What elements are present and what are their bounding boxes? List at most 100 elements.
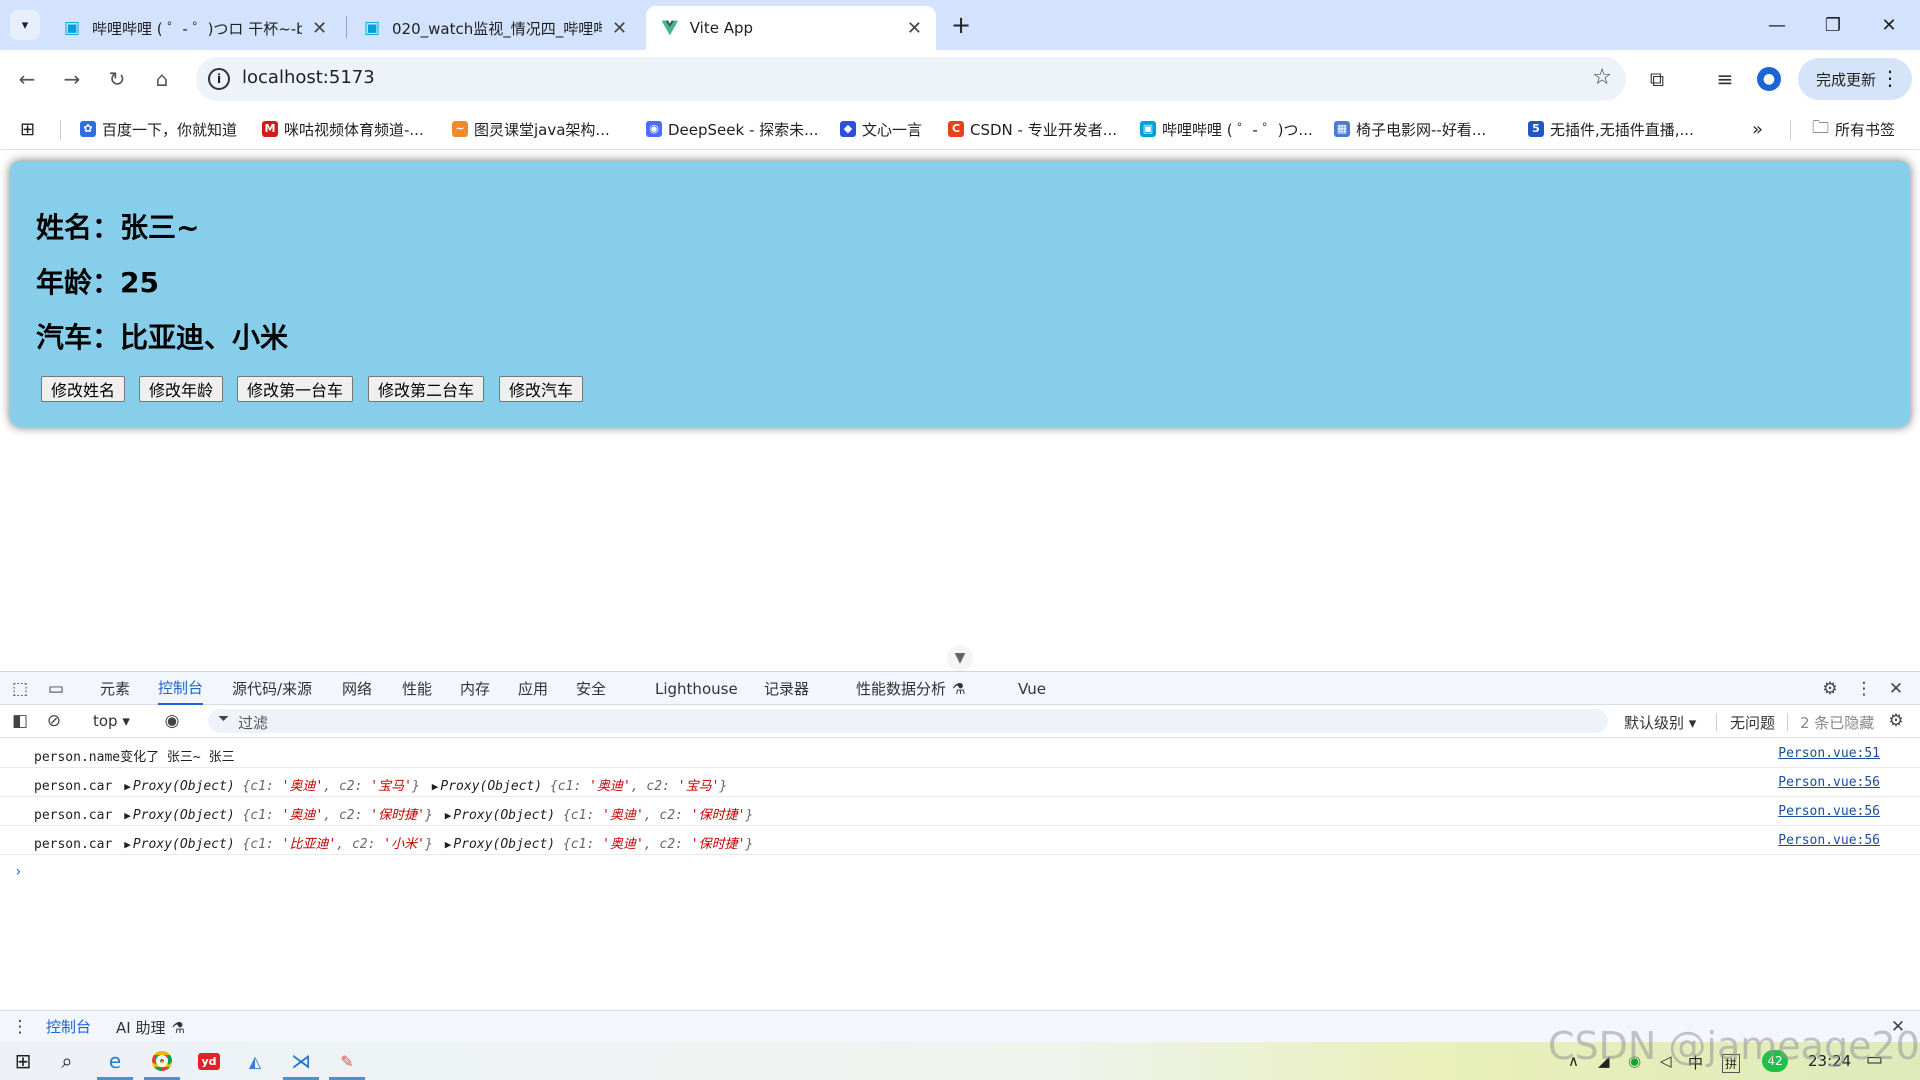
- edge-icon[interactable]: e: [100, 1047, 130, 1075]
- sidebar-toggle-icon[interactable]: ◧: [8, 709, 32, 733]
- more-vert-icon[interactable]: ⋮: [8, 1015, 32, 1039]
- bookmark-item[interactable]: ▦ 椅子电影网--好看...: [1334, 116, 1486, 142]
- youdao-icon[interactable]: yd: [194, 1047, 224, 1075]
- restore-button[interactable]: ❐: [1808, 8, 1858, 42]
- apps-button[interactable]: ⊞: [20, 116, 35, 142]
- log-level-selector[interactable]: 默认级别 ▾: [1624, 712, 1696, 733]
- back-button[interactable]: ←: [10, 62, 44, 96]
- bookmark-item[interactable]: ~ 图灵课堂java架构...: [452, 116, 610, 142]
- filter-input[interactable]: ⏷ 过滤: [208, 709, 1608, 733]
- gear-icon[interactable]: ⚙: [1884, 709, 1908, 733]
- bookmark-item[interactable]: ✿ 百度一下，你就知道: [80, 116, 237, 142]
- expand-triangle-icon[interactable]: ▶: [432, 780, 439, 793]
- tab-performance[interactable]: 性能: [402, 672, 432, 705]
- feishu-icon[interactable]: ◭: [240, 1047, 270, 1075]
- console-prompt[interactable]: ›: [14, 864, 22, 880]
- more-vert-icon[interactable]: ⋮: [1852, 677, 1876, 701]
- tab-vue[interactable]: Vue: [1018, 672, 1046, 705]
- edit-car-button[interactable]: 修改汽车: [499, 376, 584, 402]
- bookmark-item[interactable]: ▣ 哔哩哔哩 ( ゜- ゜)つ...: [1140, 116, 1313, 142]
- edit-second-car-button[interactable]: 修改第二台车: [368, 376, 485, 402]
- reload-button[interactable]: ↻: [100, 62, 134, 96]
- tab-network[interactable]: 网络: [342, 672, 372, 705]
- chrome-icon[interactable]: [147, 1047, 177, 1075]
- vscode-icon[interactable]: ⋊: [286, 1047, 316, 1075]
- context-selector[interactable]: top ▾: [93, 712, 130, 730]
- expand-triangle-icon[interactable]: ▶: [445, 838, 452, 851]
- forward-button[interactable]: →: [55, 62, 89, 96]
- console-filter-bar: ◧ ⊘ top ▾ ◉ ⏷ 过滤 默认级别 ▾ 无问题 2 条已隐藏 ⚙: [0, 705, 1920, 738]
- extensions-button[interactable]: ⧉: [1640, 62, 1674, 96]
- person-card: 姓名：张三~ 年龄：25 汽车：比亚迪、小米 修改姓名 修改年龄 修改第一台车 …: [10, 161, 1910, 427]
- expand-triangle-icon[interactable]: ▶: [124, 838, 131, 851]
- star-icon[interactable]: ☆: [1592, 65, 1612, 90]
- profile-button[interactable]: ●: [1752, 62, 1786, 96]
- expand-triangle-icon[interactable]: ▶: [124, 809, 131, 822]
- tab-bilibili-home[interactable]: ▣ 哔哩哔哩 ( ゜- ゜)つロ 干杯~-bilibili ✕: [48, 6, 344, 50]
- eye-icon[interactable]: ◉: [160, 709, 184, 733]
- url-text[interactable]: localhost:5173: [242, 67, 375, 88]
- bookmark-item[interactable]: 5 无插件,无插件直播,...: [1528, 116, 1694, 142]
- inspect-icon[interactable]: ⬚: [8, 677, 32, 701]
- movie-icon: ▦: [1334, 121, 1350, 137]
- devtools-collapse-toggle[interactable]: ▼: [947, 645, 973, 671]
- close-window-button[interactable]: ✕: [1864, 8, 1914, 42]
- tab-vite-app[interactable]: Vite App ✕: [646, 6, 936, 50]
- issues-button[interactable]: 无问题: [1730, 712, 1775, 733]
- edit-name-button[interactable]: 修改姓名: [41, 376, 126, 402]
- car-value: 比亚迪、小米: [120, 321, 289, 354]
- tab-security[interactable]: 安全: [576, 672, 606, 705]
- source-link[interactable]: Person.vue:51: [1778, 746, 1880, 761]
- new-tab-button[interactable]: +: [936, 8, 986, 42]
- clear-console-icon[interactable]: ⊘: [42, 709, 66, 733]
- close-icon[interactable]: ✕: [612, 18, 627, 39]
- source-link[interactable]: Person.vue:56: [1778, 833, 1880, 848]
- info-icon[interactable]: i: [208, 68, 230, 90]
- bookmark-item[interactable]: M 咪咕视频体育频道-...: [262, 116, 424, 142]
- close-icon[interactable]: ✕: [312, 18, 327, 39]
- minimize-button[interactable]: —: [1752, 8, 1802, 42]
- edit-first-car-button[interactable]: 修改第一台车: [237, 376, 354, 402]
- gear-icon[interactable]: ⚙: [1818, 677, 1842, 701]
- tab-sources[interactable]: 源代码/来源: [232, 672, 312, 705]
- app-icon[interactable]: ✎: [332, 1047, 362, 1075]
- source-link[interactable]: Person.vue:56: [1778, 804, 1880, 819]
- expand-triangle-icon[interactable]: ▶: [124, 780, 131, 793]
- bookmark-item[interactable]: ◉ DeepSeek - 探索未...: [646, 116, 818, 142]
- tab-console[interactable]: 控制台: [158, 672, 204, 705]
- tab-lighthouse[interactable]: Lighthouse: [655, 672, 738, 705]
- grid-icon: ⊞: [20, 118, 36, 140]
- tab-recorder[interactable]: 记录器: [764, 672, 809, 705]
- double-chevron-right-icon: »: [1752, 118, 1764, 140]
- tab-bilibili-video[interactable]: ▣ 020_watch监视_情况四_哔哩哔哩_bilibili ✕: [348, 6, 642, 50]
- update-button[interactable]: 完成更新 ⋮: [1798, 58, 1912, 100]
- all-bookmarks-button[interactable]: 🗀 所有书签: [1812, 116, 1895, 142]
- more-vert-icon: ⋮: [1880, 66, 1900, 90]
- tab-title: 020_watch监视_情况四_哔哩哔哩_bilibili: [392, 19, 602, 38]
- bookmarks-divider: [60, 120, 61, 140]
- bookmark-item[interactable]: C CSDN - 专业开发者...: [948, 116, 1117, 142]
- tab-application[interactable]: 应用: [518, 672, 548, 705]
- tab-performance-insights[interactable]: 性能数据分析 ⚗: [856, 672, 965, 705]
- chevron-down-icon: ▾: [21, 17, 29, 33]
- tab-search-button[interactable]: ▾: [10, 10, 40, 40]
- drawer-tab-ai-assistant[interactable]: AI 助理 ⚗: [116, 1011, 185, 1044]
- close-icon[interactable]: ✕: [907, 18, 922, 39]
- more-bookmarks-button[interactable]: »: [1752, 116, 1763, 142]
- bookmark-item[interactable]: ◆ 文心一言: [840, 116, 922, 142]
- close-icon[interactable]: ✕: [1884, 677, 1908, 701]
- device-toggle-icon[interactable]: ▭: [44, 677, 68, 701]
- name-value: 张三~: [120, 211, 200, 244]
- media-control-button[interactable]: ≡: [1708, 62, 1742, 96]
- edit-age-button[interactable]: 修改年龄: [139, 376, 224, 402]
- windows-start-icon[interactable]: ⊞: [8, 1047, 38, 1075]
- home-button[interactable]: ⌂: [145, 62, 179, 96]
- address-bar[interactable]: i localhost:5173 ☆: [196, 57, 1626, 101]
- source-link[interactable]: Person.vue:56: [1778, 775, 1880, 790]
- expand-triangle-icon[interactable]: ▶: [445, 809, 452, 822]
- chevron-down-icon: ▼: [954, 650, 966, 666]
- tab-memory[interactable]: 内存: [460, 672, 490, 705]
- tab-elements[interactable]: 元素: [100, 672, 130, 705]
- drawer-tab-console[interactable]: 控制台: [46, 1011, 92, 1044]
- search-icon[interactable]: ⌕: [52, 1047, 82, 1075]
